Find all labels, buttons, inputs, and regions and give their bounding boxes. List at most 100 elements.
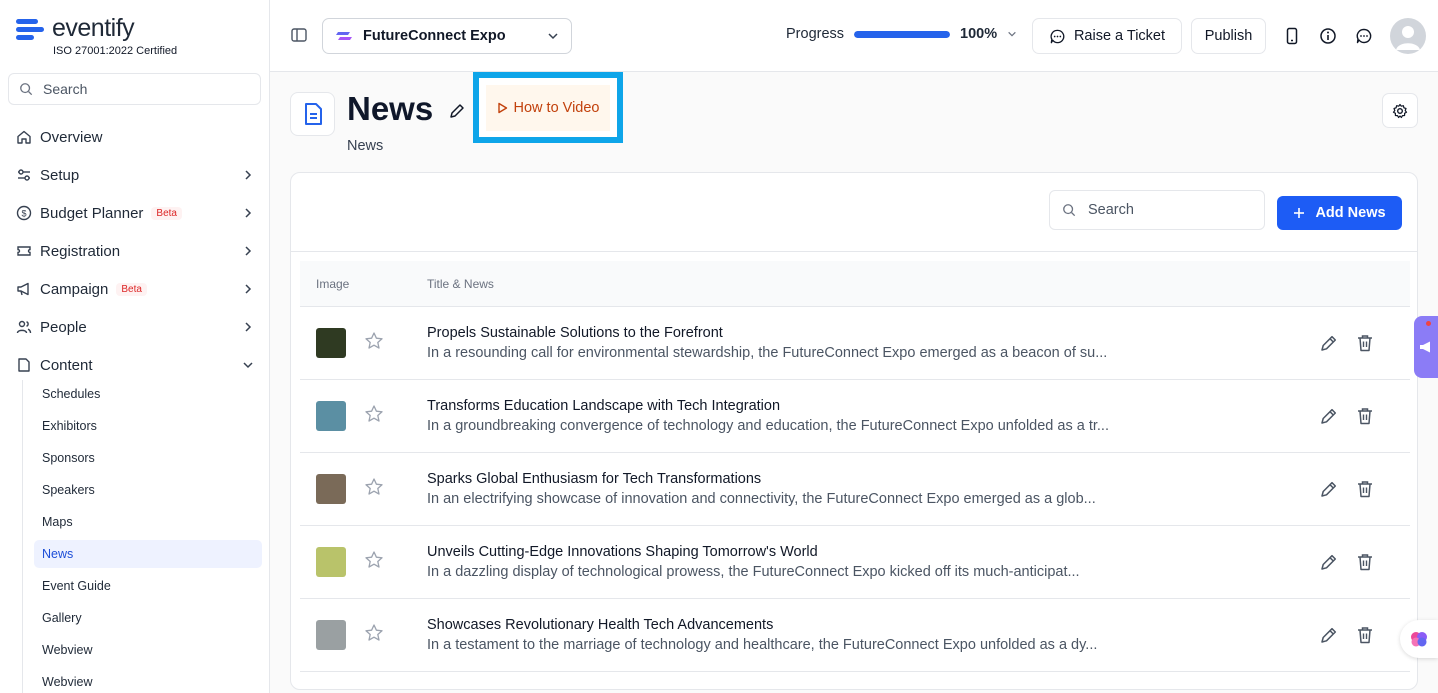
gear-icon bbox=[1392, 103, 1408, 118]
news-thumbnail bbox=[316, 328, 346, 358]
sidebar-item-content[interactable]: Content bbox=[0, 346, 270, 384]
sidebar-item-label: Overview bbox=[40, 128, 103, 146]
news-excerpt: In a resounding call for environmental s… bbox=[427, 345, 1108, 361]
mobile-preview-icon[interactable] bbox=[1282, 26, 1302, 46]
messages-icon[interactable] bbox=[1354, 26, 1374, 46]
sidebar-item-label: Budget Planner bbox=[40, 204, 144, 222]
submenu-item-gallery[interactable]: Gallery bbox=[34, 604, 262, 632]
submenu-item-sponsors[interactable]: Sponsors bbox=[34, 444, 262, 472]
content-submenu: Schedules Exhibitors Sponsors Speakers M… bbox=[22, 380, 262, 693]
chevron-right-icon bbox=[245, 170, 252, 180]
megaphone-icon bbox=[1420, 341, 1430, 353]
news-excerpt: In a dazzling display of technological p… bbox=[427, 564, 1080, 580]
sidebar-item-label: Registration bbox=[40, 242, 121, 260]
trash-icon[interactable] bbox=[1355, 552, 1375, 577]
chat-bubble-icon bbox=[1050, 29, 1065, 43]
table-header: Image Title & News bbox=[300, 261, 1410, 307]
chevron-right-icon bbox=[245, 284, 252, 294]
chevron-right-icon bbox=[245, 246, 252, 256]
progress-percent: 100% bbox=[960, 26, 998, 42]
svg-text:$: $ bbox=[21, 209, 26, 219]
ticket-icon bbox=[17, 246, 31, 256]
brand[interactable]: eventify ISO 27001:2022 Certified bbox=[16, 14, 177, 57]
edit-icon[interactable] bbox=[1319, 333, 1339, 358]
submenu-item-webview[interactable]: Webview bbox=[34, 636, 262, 664]
play-icon bbox=[497, 102, 507, 113]
event-name: FutureConnect Expo bbox=[363, 28, 506, 44]
table-row[interactable]: Sparks Global Enthusiasm for Tech Transf… bbox=[300, 453, 1410, 526]
people-icon bbox=[16, 320, 32, 334]
column-header-title-news: Title & News bbox=[427, 277, 494, 291]
user-avatar[interactable] bbox=[1390, 18, 1426, 54]
news-table-body: Propels Sustainable Solutions to the For… bbox=[300, 307, 1410, 672]
trash-icon[interactable] bbox=[1355, 333, 1375, 358]
sidebar-item-campaign[interactable]: Campaign Beta bbox=[0, 270, 270, 308]
chevron-right-icon bbox=[245, 322, 252, 332]
trash-icon[interactable] bbox=[1355, 625, 1375, 650]
sidebar-item-registration[interactable]: Registration bbox=[0, 232, 270, 270]
trash-icon[interactable] bbox=[1355, 406, 1375, 431]
trash-icon[interactable] bbox=[1355, 479, 1375, 504]
star-icon[interactable] bbox=[364, 331, 384, 356]
submenu-item-webview-2[interactable]: Webview bbox=[34, 668, 262, 693]
table-row[interactable]: Showcases Revolutionary Health Tech Adva… bbox=[300, 599, 1410, 672]
submenu-item-schedules[interactable]: Schedules bbox=[34, 380, 262, 408]
sidebar-item-setup[interactable]: Setup bbox=[0, 156, 270, 194]
add-news-label: Add News bbox=[1315, 205, 1386, 221]
news-card: Search Add News Image Title & News Prope… bbox=[290, 172, 1418, 690]
submenu-item-news[interactable]: News bbox=[34, 540, 262, 568]
news-search-input[interactable]: Search bbox=[1049, 190, 1265, 230]
chevron-right-icon bbox=[245, 208, 252, 218]
news-title: Unveils Cutting-Edge Innovations Shaping… bbox=[427, 544, 818, 560]
star-icon[interactable] bbox=[364, 404, 384, 429]
beta-badge: Beta bbox=[116, 282, 147, 296]
sidebar-toggle-icon[interactable] bbox=[290, 26, 308, 49]
news-excerpt: In a testament to the marriage of techno… bbox=[427, 637, 1098, 653]
how-to-video-highlight: How to Video bbox=[473, 72, 623, 143]
divider bbox=[291, 251, 1417, 252]
sidebar: eventify ISO 27001:2022 Certified Search… bbox=[0, 0, 270, 693]
info-icon[interactable] bbox=[1318, 26, 1338, 46]
document-icon bbox=[18, 358, 30, 372]
brand-name: eventify bbox=[52, 14, 135, 42]
page-settings-button[interactable] bbox=[1382, 93, 1418, 128]
news-excerpt: In a groundbreaking convergence of techn… bbox=[427, 418, 1109, 434]
news-page-icon bbox=[290, 92, 335, 136]
sidebar-item-people[interactable]: People bbox=[0, 308, 270, 346]
edit-icon[interactable] bbox=[1319, 552, 1339, 577]
ai-assistant-button[interactable] bbox=[1400, 620, 1438, 658]
table-row[interactable]: Unveils Cutting-Edge Innovations Shaping… bbox=[300, 526, 1410, 599]
sidebar-item-overview[interactable]: Overview bbox=[0, 118, 270, 156]
how-to-video-button[interactable]: How to Video bbox=[486, 84, 610, 131]
page-title: News bbox=[347, 90, 434, 127]
event-selector[interactable]: FutureConnect Expo bbox=[322, 18, 572, 54]
sidebar-item-budget-planner[interactable]: $ Budget Planner Beta bbox=[0, 194, 270, 232]
edit-icon[interactable] bbox=[1319, 479, 1339, 504]
chevron-down-icon bbox=[243, 362, 253, 369]
add-news-button[interactable]: Add News bbox=[1277, 196, 1402, 230]
news-thumbnail bbox=[316, 620, 346, 650]
sidebar-item-label: People bbox=[40, 318, 87, 336]
submenu-item-speakers[interactable]: Speakers bbox=[34, 476, 262, 504]
edit-title-icon[interactable] bbox=[448, 102, 466, 125]
star-icon[interactable] bbox=[364, 623, 384, 648]
edit-icon[interactable] bbox=[1319, 406, 1339, 431]
raise-ticket-button[interactable]: Raise a Ticket bbox=[1032, 18, 1182, 54]
star-icon[interactable] bbox=[364, 477, 384, 502]
sidebar-search-input[interactable]: Search bbox=[8, 73, 261, 105]
news-search-placeholder: Search bbox=[1088, 202, 1134, 218]
topbar: FutureConnect Expo Progress 100% Raise a… bbox=[270, 0, 1438, 72]
how-to-video-label: How to Video bbox=[513, 99, 600, 116]
submenu-item-event-guide[interactable]: Event Guide bbox=[34, 572, 262, 600]
publish-button[interactable]: Publish bbox=[1191, 18, 1266, 54]
table-row[interactable]: Transforms Education Landscape with Tech… bbox=[300, 380, 1410, 453]
table-row[interactable]: Propels Sustainable Solutions to the For… bbox=[300, 307, 1410, 380]
certification-label: ISO 27001:2022 Certified bbox=[53, 45, 178, 57]
progress-indicator[interactable]: Progress 100% bbox=[786, 26, 1017, 42]
star-icon[interactable] bbox=[364, 550, 384, 575]
edit-icon[interactable] bbox=[1319, 625, 1339, 650]
progress-fill bbox=[854, 30, 951, 38]
submenu-item-maps[interactable]: Maps bbox=[34, 508, 262, 536]
submenu-item-exhibitors[interactable]: Exhibitors bbox=[34, 412, 262, 440]
progress-bar bbox=[854, 30, 951, 38]
